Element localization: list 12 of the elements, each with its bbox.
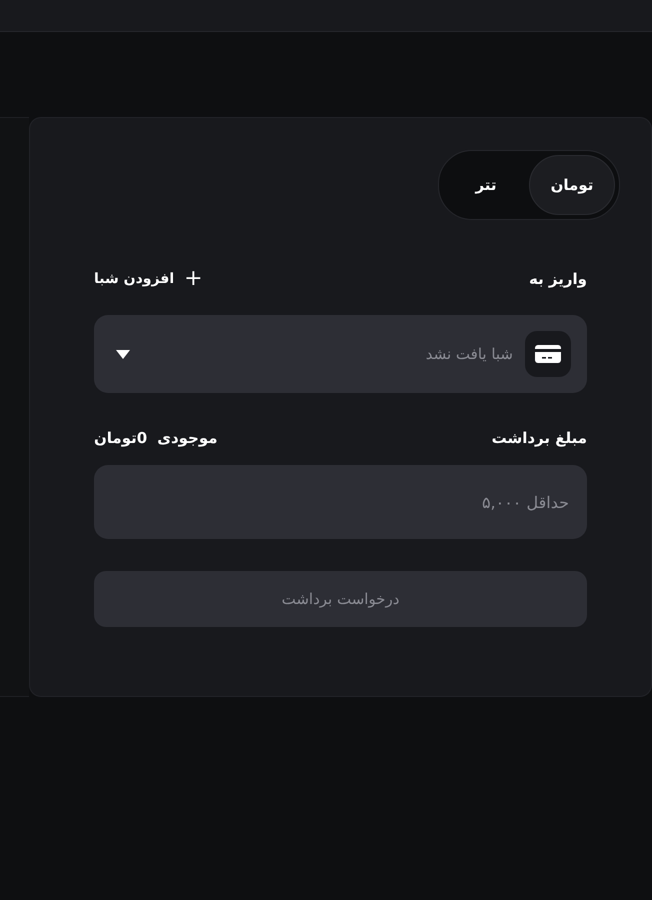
field-label: واریز به [528,270,587,288]
card-icon [525,331,571,377]
field-label: مبلغ برداشت [492,429,587,447]
balance-value: 0تومان [94,429,148,447]
caret-icon [116,350,130,358]
currency-tab[interactable]: تومان [529,155,615,215]
balance-label: موجودی [157,429,218,447]
add-iban-button[interactable]: + افزودن شبا [94,266,213,291]
currency-tab[interactable]: تتر [443,155,529,215]
iban-field[interactable]: شبا یافت نشد [140,344,515,364]
iban-select[interactable]: شبا یافت نشد [94,315,587,393]
amount-field[interactable]: حداقل ۵,۰۰۰ [94,465,587,539]
